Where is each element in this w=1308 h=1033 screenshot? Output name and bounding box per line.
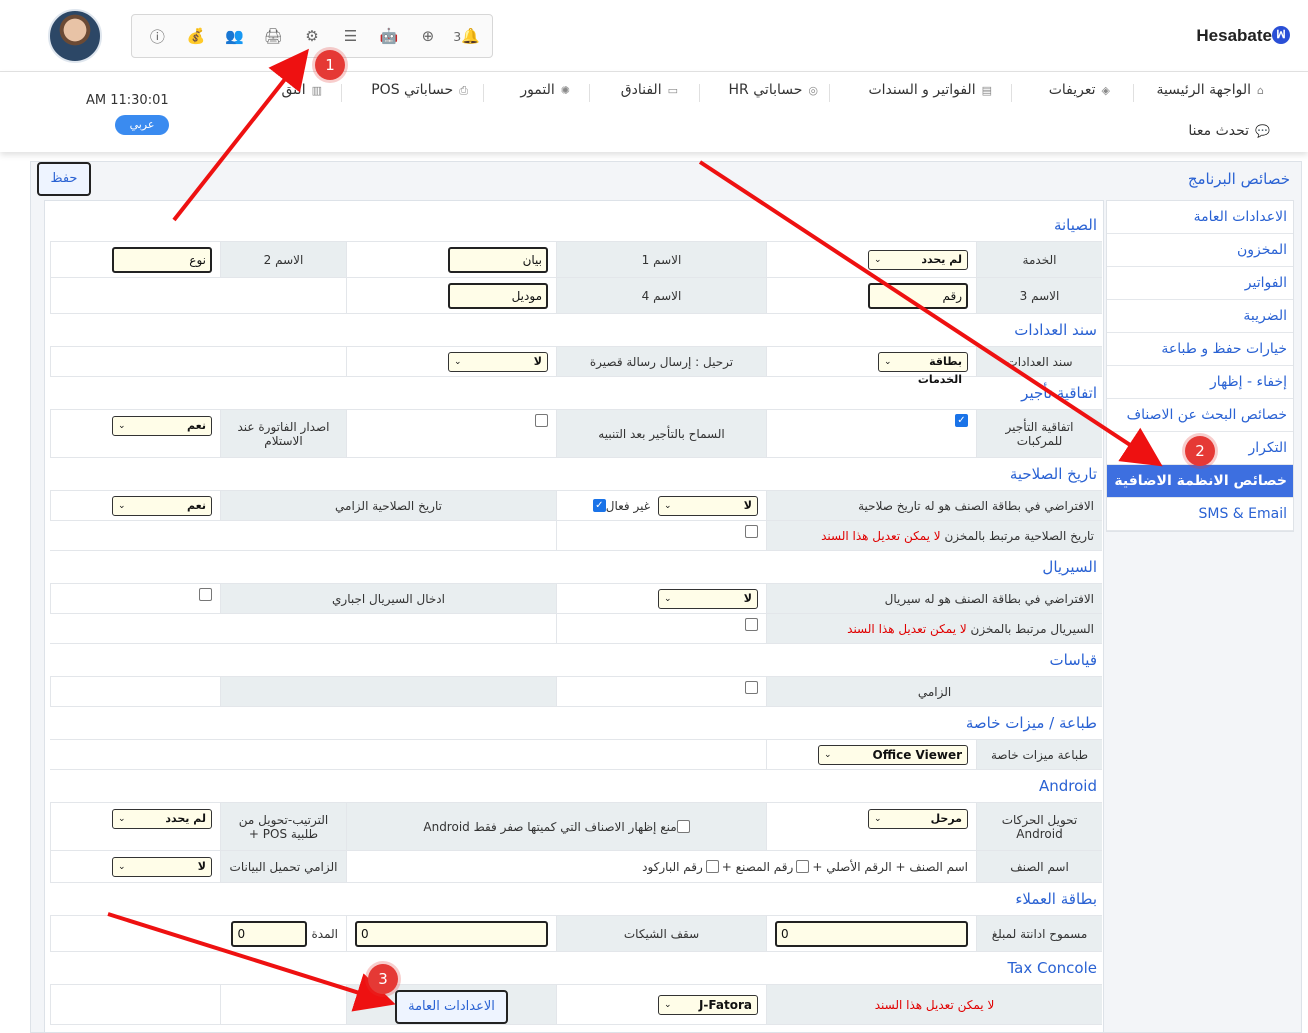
annotation-badge-3: 3 <box>368 964 398 994</box>
annotation-badge-1: 1 <box>315 50 345 80</box>
annotation-arrows <box>107 48 1163 1012</box>
annotation-badge-2: 2 <box>1185 436 1215 466</box>
arrow-to-tax-button <box>107 912 396 1012</box>
arrow-to-sidebar <box>698 160 1163 467</box>
arrow-to-gears <box>172 48 309 222</box>
